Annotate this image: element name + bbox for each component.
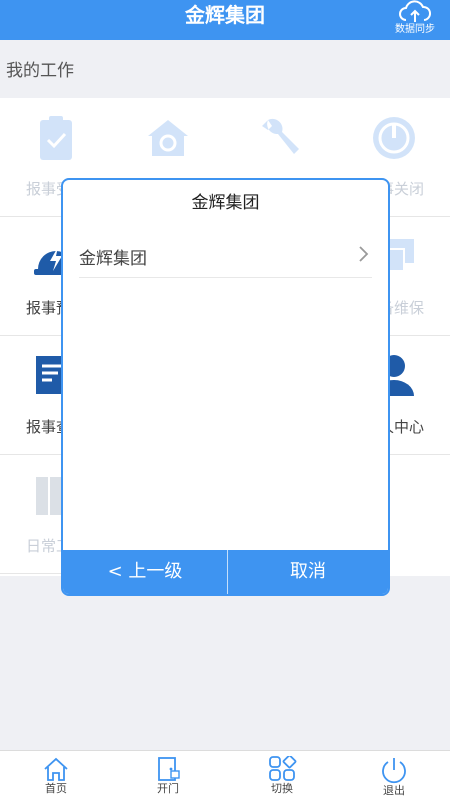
- tab-label: 退出: [383, 784, 405, 797]
- org-list-item-label: 金辉集团: [79, 249, 147, 269]
- dialog-button-bar: < 上一级 取消: [63, 550, 388, 594]
- app-title: 金辉集团: [185, 3, 265, 27]
- chevron-right-icon: [359, 246, 369, 262]
- tab-open-door[interactable]: 开门: [112, 751, 224, 800]
- data-sync-button[interactable]: 数据同步: [390, 0, 440, 40]
- section-title: 我的工作: [6, 61, 74, 81]
- bottom-tab-bar: 首页 开门 切换 退出: [0, 750, 450, 800]
- home-icon: [44, 757, 68, 781]
- clipboard-check-icon: [40, 116, 72, 160]
- door-icon: [158, 757, 180, 781]
- tab-home[interactable]: 首页: [0, 751, 112, 800]
- tab-switch[interactable]: 切换: [226, 751, 338, 800]
- data-sync-label: 数据同步: [395, 24, 435, 35]
- back-button[interactable]: < 上一级: [63, 550, 227, 594]
- tab-label: 开门: [157, 782, 179, 795]
- dialog-title: 金辉集团: [191, 193, 260, 213]
- tab-logout[interactable]: 退出: [338, 751, 450, 800]
- organization-picker-dialog: 金辉集团 金辉集团 < 上一级 取消: [61, 178, 390, 596]
- cancel-button[interactable]: 取消: [228, 550, 388, 594]
- power-icon: [382, 758, 406, 784]
- top-app-bar: 金辉集团 数据同步: [0, 0, 450, 40]
- tab-label: 首页: [45, 782, 67, 795]
- tab-label: 切换: [271, 782, 293, 795]
- switch-icon: [269, 756, 297, 781]
- wrench-icon: [262, 118, 299, 154]
- power-circle-icon: [373, 117, 415, 159]
- cloud-upload-icon: [399, 0, 431, 22]
- house-refresh-icon: [148, 120, 188, 156]
- org-list-item[interactable]: 金辉集团: [79, 232, 372, 278]
